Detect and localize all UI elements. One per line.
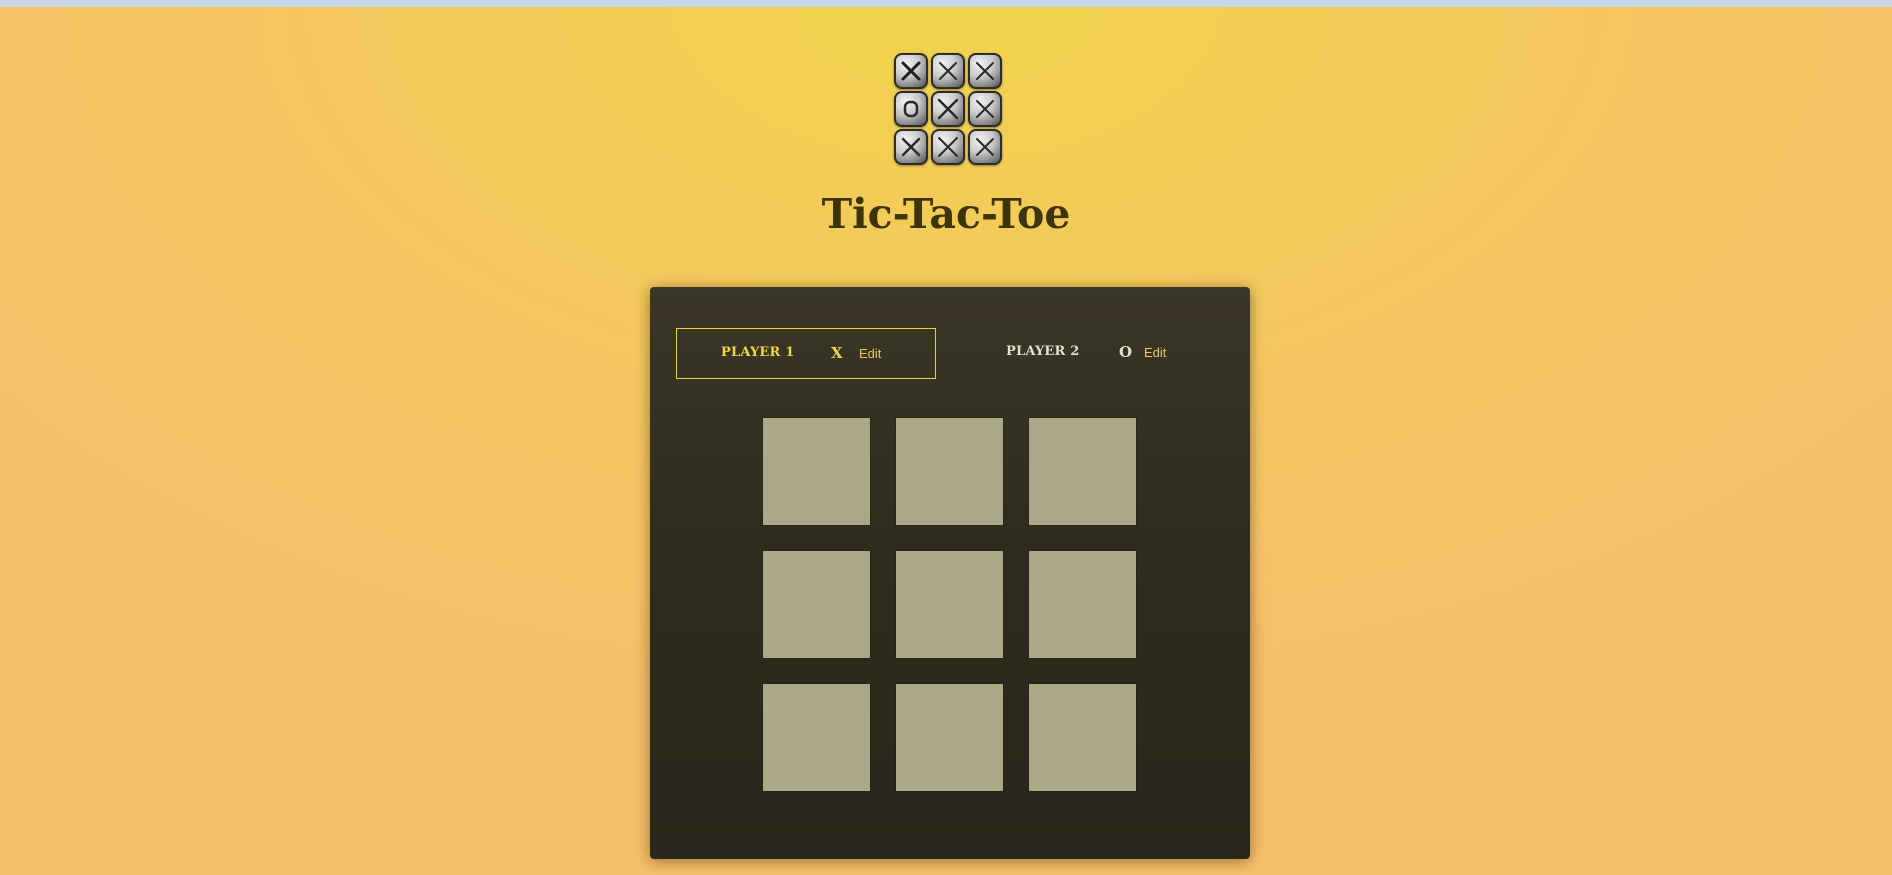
board-cell[interactable]: [763, 551, 870, 658]
game-board: [763, 418, 1137, 791]
board-cell[interactable]: [896, 418, 1003, 525]
logo-tile-x-icon: [931, 91, 965, 127]
logo-tile-x-icon: [931, 129, 965, 165]
player-2-card: PLAYER 2 O Edit: [650, 328, 1250, 379]
board-cell[interactable]: [763, 418, 870, 525]
board-cell[interactable]: [1029, 418, 1136, 525]
logo-tile-x-icon: [968, 53, 1002, 89]
logo-tile-x-icon: [968, 91, 1002, 127]
game-panel: PLAYER 1 X Edit PLAYER 2 O Edit: [650, 287, 1250, 859]
player-2-symbol: O: [1119, 343, 1133, 361]
player-2-name: PLAYER 2: [1006, 344, 1080, 359]
board-cell[interactable]: [763, 684, 870, 791]
board-cell[interactable]: [1029, 551, 1136, 658]
board-cell[interactable]: [896, 551, 1003, 658]
tic-tac-toe-logo-icon: [894, 53, 1004, 169]
player-2-edit-button[interactable]: Edit: [1144, 345, 1166, 360]
board-cell[interactable]: [896, 684, 1003, 791]
page-title: Tic-Tac-Toe: [821, 190, 1071, 238]
browser-top-strip: [0, 0, 1892, 7]
logo-tile-x-icon: [894, 129, 928, 165]
board-cell[interactable]: [1029, 684, 1136, 791]
logo-tile-x-icon: [931, 53, 965, 89]
logo-tile-o-icon: [894, 91, 928, 127]
logo-tile-x-icon: [894, 53, 928, 89]
logo-tile-x-icon: [968, 129, 1002, 165]
